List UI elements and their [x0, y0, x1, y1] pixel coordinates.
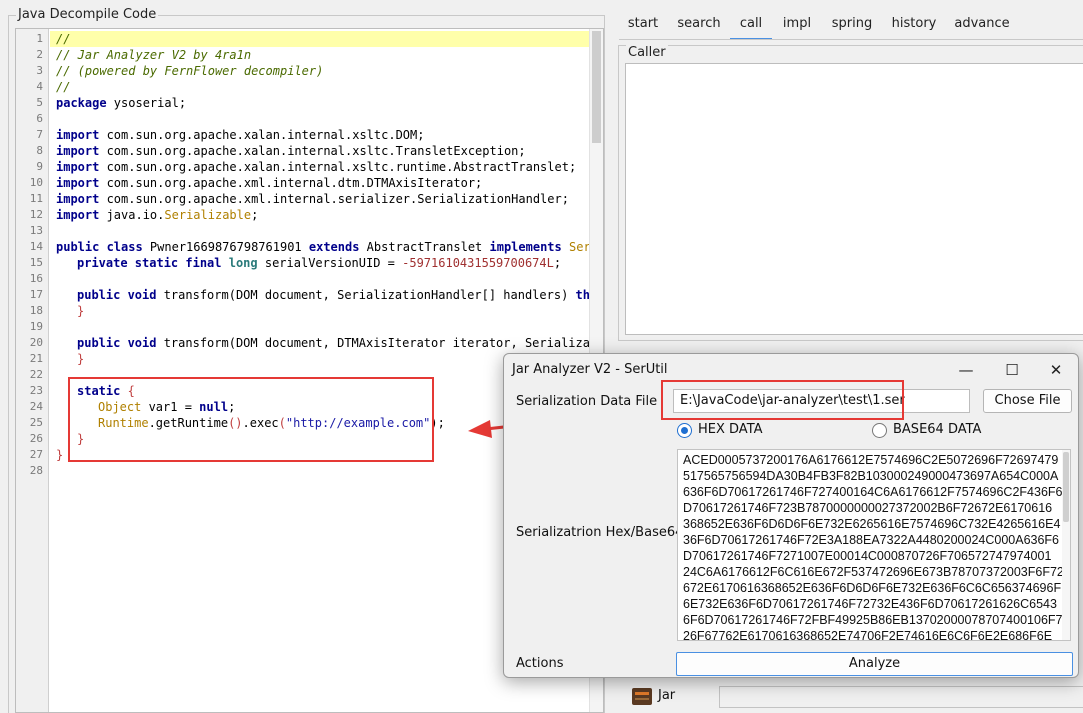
- code-line: import com.sun.org.apache.xml.internal.s…: [56, 192, 569, 206]
- file-label: Serialization Data File: [516, 394, 658, 409]
- radio-label: HEX DATA: [698, 422, 763, 437]
- jar-label: Jar: [658, 688, 676, 703]
- jar-icon: [632, 688, 652, 705]
- tab-divider: [619, 39, 1083, 40]
- code-line: import com.sun.org.apache.xalan.internal…: [56, 128, 425, 142]
- caller-list[interactable]: [625, 63, 1083, 335]
- hex-line: 24C6A6176612F6C616E672F537472696E673B787…: [683, 565, 1064, 579]
- code-line: }: [77, 352, 85, 366]
- line-number: 28: [29, 464, 43, 477]
- hex-line: ACED0005737200176A6176612E7574696C2E5072…: [683, 453, 1059, 467]
- code-line: // (powered by FernFlower decompiler): [56, 64, 324, 78]
- code-line: }: [77, 304, 85, 318]
- tab-advance[interactable]: advance: [950, 8, 1014, 40]
- tab-impl[interactable]: impl: [776, 8, 818, 40]
- hex-line: 26F67762E6170616368652E74706F2E74616E6C6…: [683, 629, 1053, 641]
- line-number: 18: [29, 304, 43, 317]
- line-number: 20: [29, 336, 43, 349]
- line-number: 3: [36, 64, 43, 77]
- line-number: 5: [36, 96, 43, 109]
- line-number: 7: [36, 128, 43, 141]
- line-number: 13: [29, 224, 43, 237]
- code-line: public class Pwner1669876798761901 exten…: [56, 240, 603, 254]
- radio-unselected-icon: [872, 423, 887, 438]
- code-line: //: [56, 80, 71, 94]
- line-number: 26: [29, 432, 43, 445]
- line-number: 25: [29, 416, 43, 429]
- hex-line: 636F6D70617261746F727400164C6A6176612F75…: [683, 485, 1063, 499]
- line-number: 1: [36, 32, 43, 45]
- line-number: 4: [36, 80, 43, 93]
- code-line: import com.sun.org.apache.xml.internal.d…: [56, 176, 483, 190]
- jar-bar: Jar: [618, 680, 1083, 713]
- line-number: 14: [29, 240, 43, 253]
- hex-line: D70617261746F7271007E00014C000870726F706…: [683, 549, 1052, 563]
- code-line: public void transform(DOM document, Seri…: [77, 288, 603, 302]
- code-line: public void transform(DOM document, DTMA…: [77, 336, 604, 350]
- code-line: import com.sun.org.apache.xalan.internal…: [56, 144, 526, 158]
- hex-line: D70617261746F723B7870000000027372002B6F7…: [683, 501, 1053, 515]
- code-line: // Jar Analyzer V2 by 4ra1n: [56, 48, 252, 62]
- choose-file-button[interactable]: Chose File: [983, 389, 1072, 413]
- serutil-dialog: Jar Analyzer V2 - SerUtil — ☐ ✕ Serializ…: [503, 353, 1079, 678]
- dialog-title: Jar Analyzer V2 - SerUtil: [512, 362, 668, 377]
- code-line: import java.io.Serializable;: [56, 208, 259, 222]
- code-line: private static final long serialVersionU…: [77, 256, 562, 270]
- maximize-icon[interactable]: ☐: [998, 360, 1026, 380]
- code-line: package ysoserial;: [56, 96, 187, 110]
- hex-scrollbar[interactable]: [1062, 450, 1070, 640]
- code-line: import com.sun.org.apache.xalan.internal…: [56, 160, 577, 174]
- static-block-highlight-box: [68, 377, 434, 462]
- line-number: 8: [36, 144, 43, 157]
- line-number: 21: [29, 352, 43, 365]
- file-highlight-box: [661, 380, 904, 420]
- hex-textarea[interactable]: ACED0005737200176A6176612E7574696C2E5072…: [677, 449, 1071, 641]
- minimize-icon[interactable]: —: [952, 360, 980, 380]
- code-line: }: [56, 448, 64, 462]
- jar-field[interactable]: [719, 686, 1083, 708]
- hex-line: 6F6D70617261746F72FBF49925B86EB137020000…: [683, 613, 1063, 627]
- scrollbar-thumb[interactable]: [592, 31, 601, 143]
- hex-line: 517565756594DA30B4FB3F82B103000249000473…: [683, 469, 1059, 483]
- close-icon[interactable]: ✕: [1042, 360, 1070, 380]
- line-number: 23: [29, 384, 43, 397]
- tab-search[interactable]: search: [672, 8, 726, 40]
- tab-start[interactable]: start: [620, 8, 666, 40]
- line-number: 27: [29, 448, 43, 461]
- tab-call[interactable]: call: [730, 8, 772, 40]
- line-number: 6: [36, 112, 43, 125]
- line-number: 16: [29, 272, 43, 285]
- line-number: 19: [29, 320, 43, 333]
- line-number: 11: [29, 192, 43, 205]
- line-number: 2: [36, 48, 43, 61]
- line-number-gutter: 1 2 3 4 5 6 7 8 9 10 11 12 13 14 15 16 1…: [16, 29, 49, 712]
- decompile-panel-title: Java Decompile Code: [16, 7, 159, 22]
- hex-line: 6E732E636F6D70617261746F72732E436F6D7061…: [683, 597, 1057, 611]
- tab-spring[interactable]: spring: [824, 8, 880, 40]
- hex-label: Serializatrion Hex/Base64: [516, 525, 684, 540]
- hex-line: 36F6D70617261746F72E3A188EA7322A44802000…: [683, 533, 1060, 547]
- hex-line: 368652E636F6D6D6F6E732E6265616E7574696C7…: [683, 517, 1061, 531]
- radio-label: BASE64 DATA: [893, 422, 982, 437]
- code-line: //: [56, 32, 71, 46]
- line-number: 9: [36, 160, 43, 173]
- tab-history[interactable]: history: [886, 8, 942, 40]
- line-number: 22: [29, 368, 43, 381]
- scrollbar-thumb[interactable]: [1063, 452, 1069, 522]
- caller-title: Caller: [626, 45, 668, 60]
- line-number: 15: [29, 256, 43, 269]
- line-number: 17: [29, 288, 43, 301]
- actions-label: Actions: [516, 656, 564, 671]
- hex-line: 672E6170616368652E636F6D6D6F6E732E636F6C…: [683, 581, 1062, 595]
- line-number: 24: [29, 400, 43, 413]
- line-number: 12: [29, 208, 43, 221]
- analyze-button[interactable]: Analyze: [676, 652, 1073, 676]
- line-number: 10: [29, 176, 43, 189]
- radio-selected-icon: [677, 423, 692, 438]
